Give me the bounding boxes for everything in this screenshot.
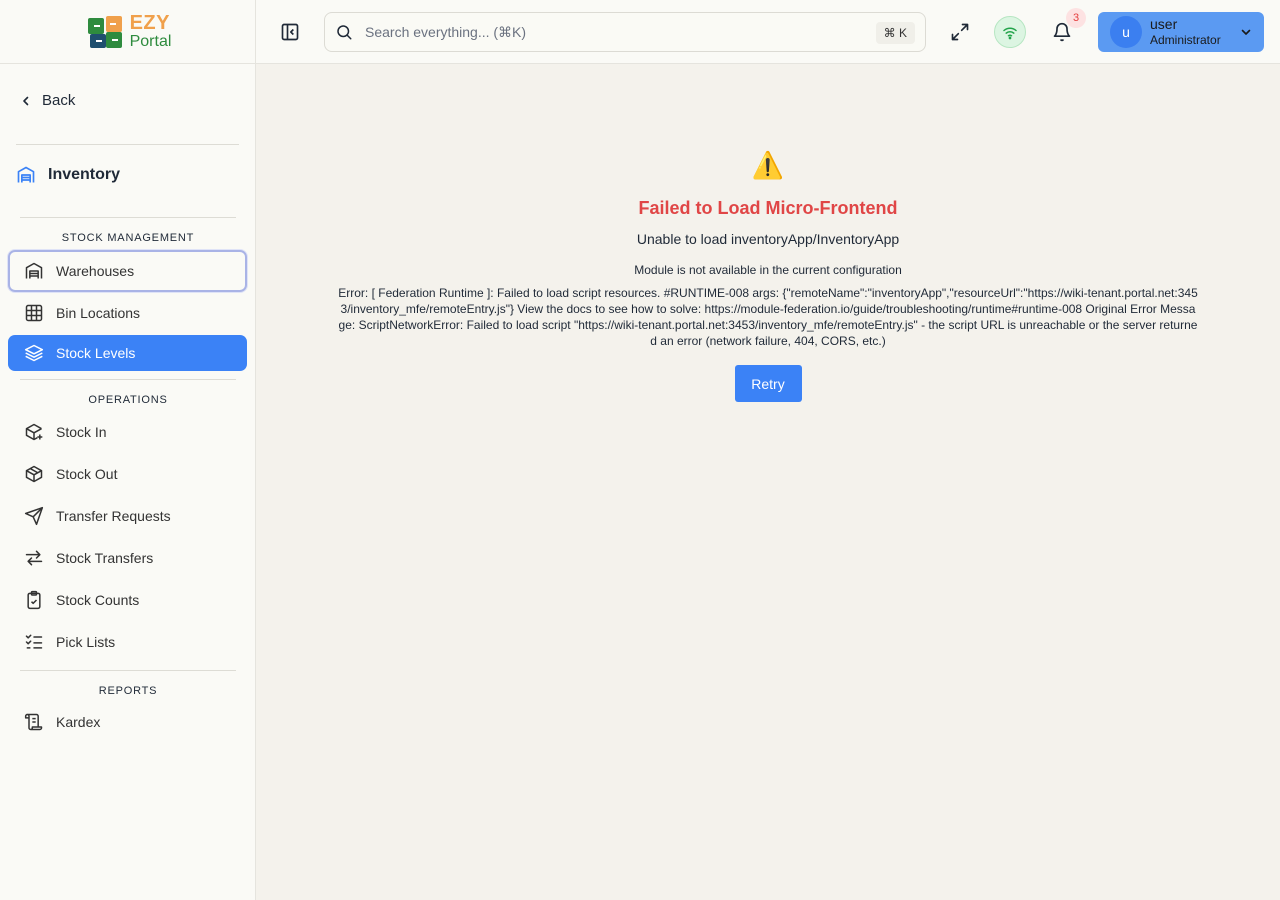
search-bar[interactable]: ⌘ K [324, 12, 926, 52]
connection-status-button[interactable] [994, 16, 1026, 48]
sidebar-item-warehouses[interactable]: Warehouses [8, 250, 247, 292]
divider [20, 217, 236, 218]
divider [20, 670, 236, 671]
search-icon [337, 25, 352, 40]
package-icon [25, 465, 43, 483]
sidebar-item-stock-transfers[interactable]: Stock Transfers [8, 539, 247, 577]
sidebar-item-stock-in[interactable]: Stock In [8, 413, 247, 451]
sidebar-item-stock-counts[interactable]: Stock Counts [8, 581, 247, 619]
top-header: ⌘ K 3 u user Administrator [256, 0, 1280, 64]
grid-icon [25, 304, 43, 322]
error-title: Failed to Load Micro-Frontend [638, 198, 898, 218]
scroll-icon [24, 713, 43, 731]
arrows-icon [25, 550, 43, 566]
section-stock-management: STOCK MANAGEMENT [61, 232, 195, 244]
send-icon [24, 506, 44, 526]
fullscreen-button[interactable] [944, 16, 976, 48]
package-plus-icon [25, 423, 43, 441]
warning-icon: ⚠️ [751, 150, 785, 180]
shortcut-hint: ⌘ K [875, 22, 915, 44]
wifi-icon [1003, 27, 1017, 40]
sidebar-toggle-button[interactable] [278, 20, 302, 44]
main-content: ⚠️ Failed to Load Micro-Frontend Unable … [256, 64, 1280, 900]
sidebar: EZY Portal Back Inventory STOCK MANAGEME… [0, 0, 256, 900]
notification-badge: 3 [1066, 8, 1086, 28]
list-checks-icon [25, 634, 43, 649]
warehouse-icon [25, 262, 43, 279]
error-detail: Error: [ Federation Runtime ]: Failed to… [338, 286, 1198, 348]
logo-mark-icon [87, 15, 122, 48]
sidebar-item-kardex[interactable]: Kardex [8, 703, 247, 741]
logo-area: EZY Portal [0, 0, 255, 64]
sidebar-item-pick-lists[interactable]: Pick Lists [8, 623, 247, 661]
sidebar-item-stock-out[interactable]: Stock Out [8, 455, 247, 493]
section-operations: OPERATIONS [88, 394, 168, 406]
user-menu-button[interactable]: u user Administrator [1098, 12, 1264, 52]
back-label: Back [42, 92, 76, 109]
error-panel: ⚠️ Failed to Load Micro-Frontend Unable … [256, 150, 1280, 402]
user-role: Administrator [1150, 33, 1221, 48]
module-title: Inventory [16, 165, 120, 185]
search-input[interactable] [365, 24, 845, 40]
clipboard-check-icon [27, 590, 41, 610]
divider [16, 144, 239, 145]
warehouse-icon [17, 166, 35, 183]
retry-button[interactable]: Retry [734, 365, 802, 402]
logo-portal: Portal [129, 33, 172, 50]
avatar: u [1110, 16, 1142, 48]
back-link[interactable]: Back [20, 92, 75, 109]
sidebar-item-transfer-requests[interactable]: Transfer Requests [8, 497, 247, 535]
sidebar-item-stock-levels[interactable]: Stock Levels [8, 335, 247, 371]
chevron-down-icon [1241, 29, 1251, 35]
section-reports: REPORTS [98, 685, 158, 697]
chevron-left-icon [23, 96, 29, 105]
sidebar-item-bin-locations[interactable]: Bin Locations [8, 294, 247, 332]
error-module-message: Module is not available in the current c… [634, 263, 902, 277]
divider [20, 379, 236, 380]
logo[interactable]: EZY Portal [84, 12, 172, 52]
logo-ezy: EZY [129, 12, 170, 34]
user-name: user [1150, 16, 1178, 33]
panel-left-icon [281, 23, 299, 41]
expand-icon [951, 23, 969, 41]
layers-icon [24, 344, 44, 362]
error-subtitle: Unable to load inventoryApp/InventoryApp [636, 231, 900, 247]
